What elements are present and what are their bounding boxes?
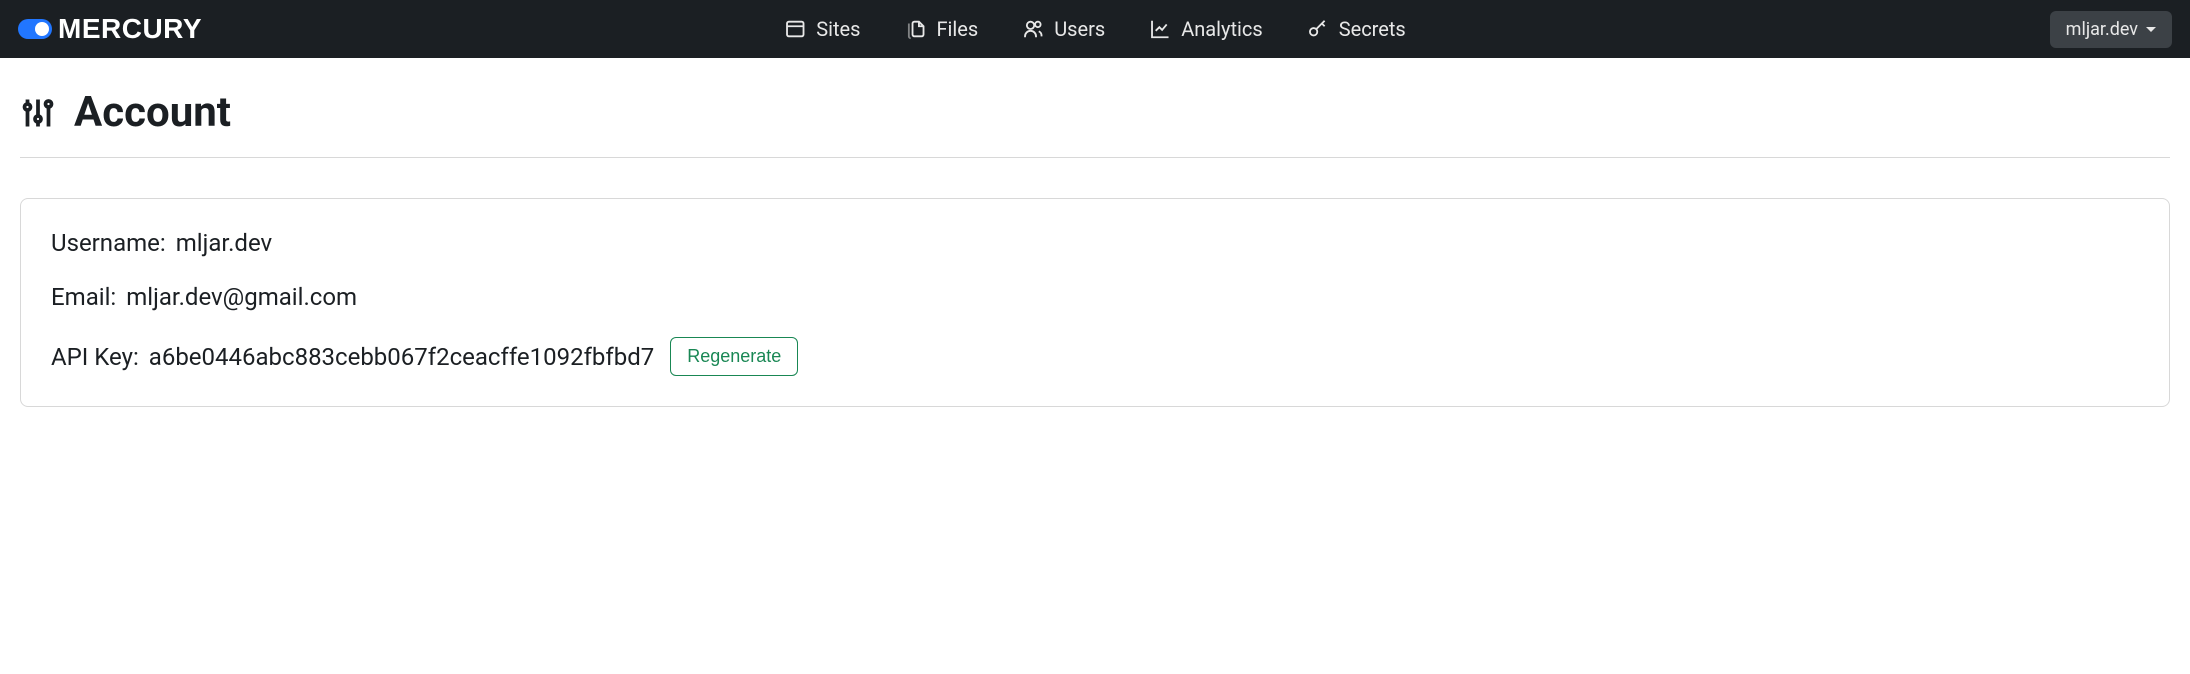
apikey-value: a6be0446abc883cebb067f2ceacffe1092fbfbd7	[149, 343, 654, 371]
brand-text: MERCURY	[58, 13, 202, 45]
regenerate-button[interactable]: Regenerate	[670, 337, 798, 376]
brand-logo[interactable]: MERCURY	[18, 13, 202, 45]
apikey-field: API Key: a6be0446abc883cebb067f2ceacffe1…	[51, 337, 2139, 376]
chevron-down-icon	[2146, 27, 2156, 32]
nav-label: Analytics	[1181, 17, 1263, 41]
nav-item-files[interactable]: Files	[886, 9, 996, 49]
nav-label: Users	[1054, 17, 1105, 41]
page-content: Account Username: mljar.dev Email: mljar…	[0, 58, 2190, 437]
user-dropdown-label: mljar.dev	[2066, 19, 2138, 40]
files-icon	[904, 18, 926, 40]
email-value: mljar.dev@gmail.com	[126, 283, 357, 311]
nav-label: Secrets	[1339, 17, 1406, 41]
key-icon	[1307, 18, 1329, 40]
navbar: MERCURY Sites Files Users Analytics Secr…	[0, 0, 2190, 58]
page-header: Account	[20, 88, 2170, 158]
analytics-icon	[1149, 18, 1171, 40]
nav-item-users[interactable]: Users	[1004, 9, 1123, 49]
users-icon	[1022, 18, 1044, 40]
nav-label: Files	[936, 17, 978, 41]
user-dropdown[interactable]: mljar.dev	[2050, 11, 2172, 48]
browser-icon	[784, 18, 806, 40]
username-label: Username:	[51, 229, 166, 257]
nav-item-analytics[interactable]: Analytics	[1131, 9, 1281, 49]
nav-item-secrets[interactable]: Secrets	[1289, 9, 1424, 49]
apikey-label: API Key:	[51, 343, 139, 371]
logo-toggle-icon	[18, 19, 52, 39]
email-label: Email:	[51, 283, 116, 311]
nav-center: Sites Files Users Analytics Secrets	[766, 9, 1423, 49]
email-field: Email: mljar.dev@gmail.com	[51, 283, 2139, 311]
username-field: Username: mljar.dev	[51, 229, 2139, 257]
settings-sliders-icon	[20, 95, 56, 131]
page-title: Account	[74, 88, 231, 137]
account-card: Username: mljar.dev Email: mljar.dev@gma…	[20, 198, 2170, 407]
nav-item-sites[interactable]: Sites	[766, 9, 878, 49]
username-value: mljar.dev	[176, 229, 272, 257]
nav-label: Sites	[816, 17, 860, 41]
